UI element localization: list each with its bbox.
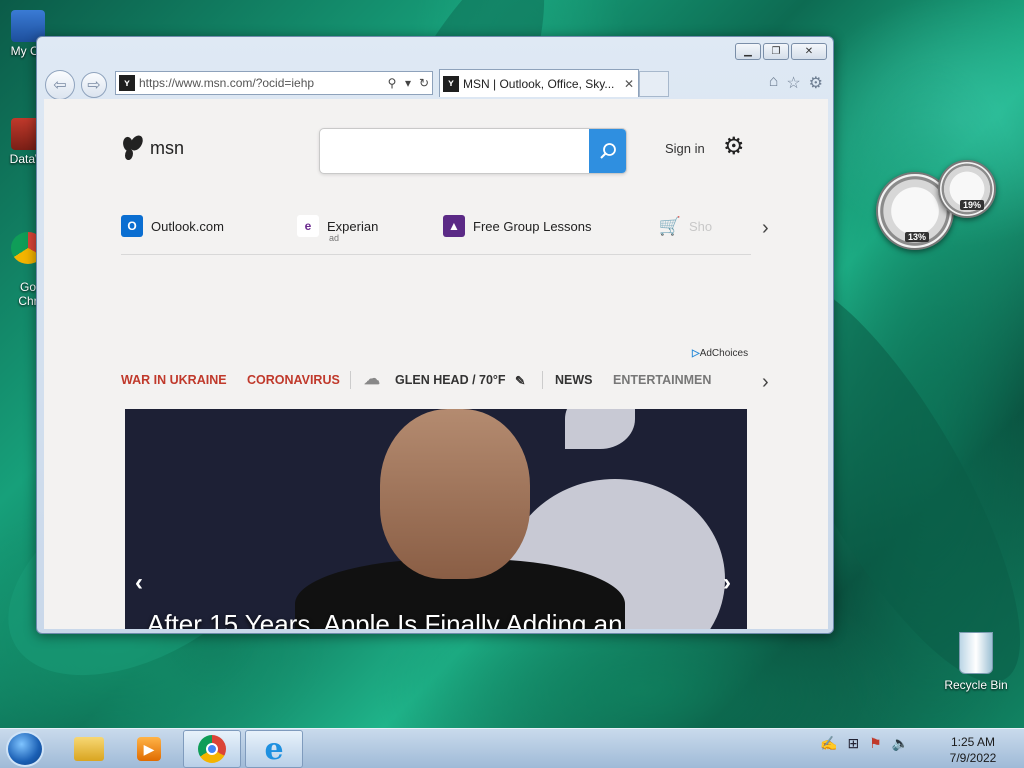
cpu-percent: 13% (905, 232, 930, 242)
search-button[interactable] (589, 129, 626, 173)
system-clock[interactable]: 1:25 AM 7/9/2022 (938, 734, 1008, 766)
search-input[interactable] (320, 129, 590, 173)
page-content: msn Sign in ⚙ O Outlook.com e Experian a… (44, 99, 828, 629)
nav-news[interactable]: NEWS (555, 373, 593, 387)
nav-weather[interactable]: GLEN HEAD / 70°F (395, 373, 506, 387)
divider (542, 371, 543, 389)
msn-logo[interactable]: msn (120, 133, 185, 161)
browser-window: ▁ ❐ ✕ ⇦ ⇨ ʏ https://www.msn.com/?ocid=ie… (36, 36, 834, 634)
msn-favicon-icon: ʏ (443, 75, 459, 92)
restore-button[interactable]: ❐ (763, 43, 789, 60)
search-icon[interactable]: ⚲ (384, 76, 400, 90)
tab-msn[interactable]: ʏ MSN | Outlook, Office, Sky... ✕ (439, 69, 639, 97)
graduation-cap-icon: ▲ (443, 215, 465, 237)
carousel-next-icon[interactable]: › (723, 569, 731, 597)
recycle-bin-label: Recycle Bin (944, 678, 1008, 692)
memory-percent: 19% (960, 200, 985, 210)
chrome-icon (198, 735, 226, 763)
adchoices-link[interactable]: ▷AdChoices (692, 348, 748, 359)
quick-link-label: Sho (689, 218, 713, 234)
back-button[interactable]: ⇦ (45, 70, 75, 100)
quick-link-label: Free Group Lessons (473, 218, 592, 234)
taskbar: ▶ e ✍ ⊞ ⚑ 🔈 1:25 AM 7/9/2022 (0, 728, 1024, 768)
divider (121, 254, 751, 255)
media-player-icon: ▶ (137, 737, 161, 761)
nav-coronavirus[interactable]: CORONAVIRUS (247, 373, 340, 387)
recycle-bin-icon (959, 632, 993, 674)
outlook-icon: O (121, 215, 143, 237)
forward-button[interactable]: ⇨ (81, 72, 107, 98)
carousel-prev-icon[interactable]: ‹ (135, 569, 143, 597)
taskbar-internet-explorer[interactable]: e (245, 730, 303, 768)
minimize-button[interactable]: ▁ (735, 43, 761, 60)
recycle-bin[interactable]: Recycle Bin (944, 632, 1008, 692)
settings-gear-icon[interactable]: ⚙ (809, 73, 823, 93)
quick-links: O Outlook.com e Experian ad ▲ Free Group… (121, 215, 771, 255)
search-box (319, 128, 627, 174)
quick-link-experian[interactable]: e Experian ad (297, 215, 379, 243)
sign-in-link[interactable]: Sign in (665, 141, 705, 156)
new-tab-button[interactable] (639, 71, 669, 97)
chevron-right-icon[interactable]: › (762, 217, 769, 240)
experian-icon: e (297, 215, 319, 237)
back-arrow-icon: ⇦ (53, 77, 67, 94)
system-tray: ✍ ⊞ ⚑ 🔈 (820, 735, 909, 752)
clock-date: 7/9/2022 (949, 751, 997, 765)
window-controls: ▁ ❐ ✕ (735, 43, 827, 60)
settings-gear-icon[interactable]: ⚙ (723, 135, 745, 159)
shopping-cart-icon: 🛒 (658, 215, 682, 236)
nav-entertainment[interactable]: ENTERTAINMEN (613, 373, 711, 387)
apple-leaf-background (565, 409, 635, 449)
dropdown-arrow-icon[interactable]: ▾ (400, 76, 416, 90)
quick-link-shopping[interactable]: 🛒 Sho (659, 215, 712, 237)
tab-title: MSN | Outlook, Office, Sky... (463, 76, 615, 91)
edit-pencil-icon[interactable]: ✎ (515, 373, 525, 388)
taskbar-chrome[interactable] (183, 730, 241, 768)
chevron-right-icon[interactable]: › (762, 371, 769, 394)
logo-text: msn (150, 137, 185, 158)
quick-link-free-group-lessons[interactable]: ▲ Free Group Lessons (443, 215, 592, 237)
msn-favicon-icon: ʏ (119, 75, 135, 91)
taskbar-media-player[interactable]: ▶ (120, 730, 178, 768)
news-nav: WAR IN UKRAINE CORONAVIRUS ☁ GLEN HEAD /… (121, 369, 761, 389)
close-button[interactable]: ✕ (791, 43, 827, 60)
home-icon[interactable]: ⌂ (769, 73, 779, 93)
quick-link-outlook[interactable]: O Outlook.com (121, 215, 224, 237)
start-button[interactable] (6, 731, 44, 767)
action-center-flag-icon[interactable]: ⚑ (869, 735, 882, 752)
close-tab-icon[interactable]: ✕ (620, 77, 638, 91)
browser-toolbar: ⇦ ⇨ ʏ https://www.msn.com/?ocid=iehp ⚲ ▾… (43, 69, 827, 100)
nav-war-in-ukraine[interactable]: WAR IN UKRAINE (121, 373, 227, 387)
tablet-input-icon[interactable]: ✍ (820, 735, 837, 752)
cloud-icon: ☁ (364, 371, 380, 388)
ad-label: ad (329, 233, 340, 243)
folder-icon (74, 737, 104, 761)
refresh-icon[interactable]: ↻ (416, 76, 432, 90)
divider (350, 371, 351, 389)
volume-icon[interactable]: 🔈 (892, 735, 909, 752)
hero-carousel[interactable]: ‹ › After 15 Years, Apple Is Finally Add… (125, 409, 747, 629)
butterfly-icon (120, 133, 145, 161)
taskbar-explorer[interactable] (60, 730, 118, 768)
favorites-star-icon[interactable]: ☆ (786, 73, 800, 93)
hero-headline[interactable]: After 15 Years, Apple Is Finally Adding … (147, 609, 623, 629)
person-face (380, 409, 530, 579)
clock-time: 1:25 AM (950, 735, 996, 749)
address-url[interactable]: https://www.msn.com/?ocid=iehp (139, 76, 384, 90)
internet-explorer-icon: e (264, 731, 284, 767)
network-icon[interactable]: ⊞ (847, 735, 859, 752)
search-icon (599, 143, 616, 159)
browser-tools: ⌂ ☆ ⚙ (769, 73, 823, 93)
memory-gauge-gadget[interactable]: 19% (938, 160, 996, 218)
address-bar[interactable]: ʏ https://www.msn.com/?ocid=iehp ⚲ ▾ ↻ (115, 71, 433, 95)
quick-link-label: Outlook.com (151, 218, 224, 234)
forward-arrow-icon: ⇨ (87, 77, 101, 94)
quick-link-label: Experian (327, 218, 379, 234)
